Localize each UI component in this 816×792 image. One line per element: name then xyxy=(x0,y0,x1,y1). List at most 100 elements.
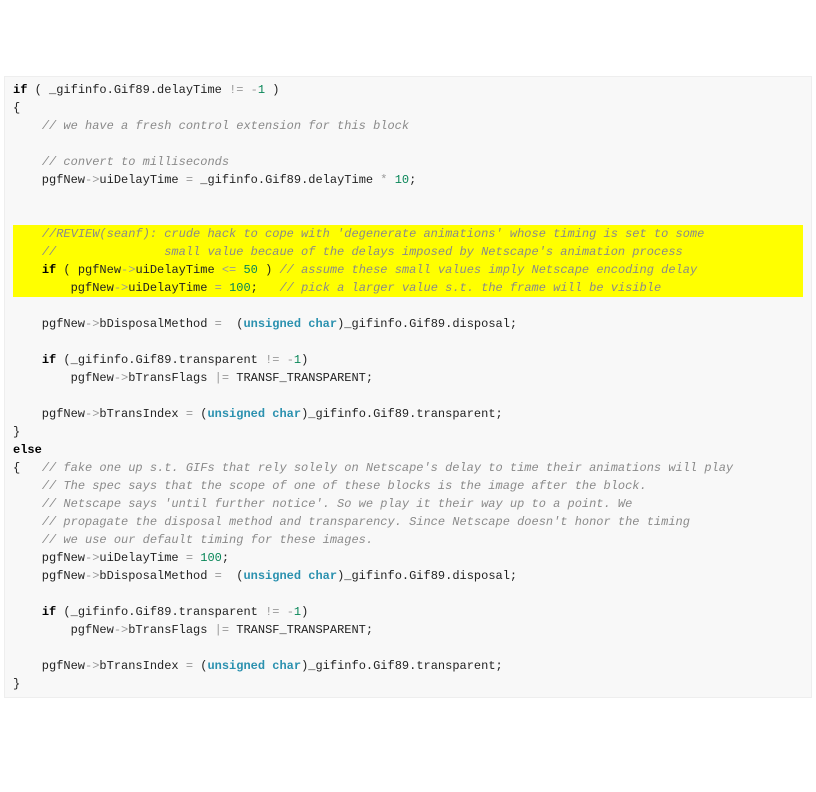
token-ty: unsigned xyxy=(207,407,265,421)
token-op: = xyxy=(186,173,193,187)
token-id: bDisposalMethod xyxy=(99,569,214,583)
token-id: { xyxy=(13,461,42,475)
code-line: pgfNew->bTransFlags |= TRANSF_TRANSPAREN… xyxy=(13,369,803,387)
code-line: //REVIEW(seanf): crude hack to cope with… xyxy=(13,225,803,243)
code-line: // small value becaue of the delays impo… xyxy=(13,243,803,261)
token-id: uiDelayTime xyxy=(135,263,221,277)
token-id: uiDelayTime xyxy=(99,173,185,187)
token-id: transparent xyxy=(179,353,265,367)
token-id xyxy=(13,641,20,655)
token-id xyxy=(13,497,42,511)
token-id: . xyxy=(150,83,157,97)
token-id: ( xyxy=(222,317,244,331)
token-id: uiDelayTime xyxy=(128,281,214,295)
code-line: pgfNew->bTransFlags |= TRANSF_TRANSPAREN… xyxy=(13,621,803,639)
token-num: 1 xyxy=(294,353,301,367)
code-line: pgfNew->uiDelayTime = _gifinfo.Gif89.del… xyxy=(13,171,803,189)
token-op: -> xyxy=(85,659,99,673)
token-cm: // assume these small values imply Netsc… xyxy=(279,263,697,277)
token-id: TRANSF_TRANSPARENT; xyxy=(229,623,373,637)
token-id: _gifinfo. xyxy=(193,173,265,187)
token-id: . xyxy=(171,353,178,367)
token-num: 100 xyxy=(200,551,222,565)
token-cm: //REVIEW(seanf): crude hack to cope with… xyxy=(42,227,705,241)
code-line: pgfNew->uiDelayTime = 100; // pick a lar… xyxy=(13,279,803,297)
token-id: pgfNew xyxy=(13,623,114,637)
token-id: Gif89 xyxy=(135,353,171,367)
token-cm: // convert to milliseconds xyxy=(42,155,229,169)
token-id xyxy=(279,605,286,619)
token-id: pgfNew xyxy=(13,569,85,583)
token-id: uiDelayTime xyxy=(99,551,185,565)
token-op: = xyxy=(186,407,193,421)
token-id: (_gifinfo. xyxy=(56,605,135,619)
token-kw: if xyxy=(42,263,56,277)
code-line: if ( _gifinfo.Gif89.delayTime != -1 ) xyxy=(13,81,803,99)
token-id: pgfNew xyxy=(13,317,85,331)
token-id xyxy=(13,191,20,205)
token-id: ) xyxy=(301,605,308,619)
code-line: if ( pgfNew->uiDelayTime <= 50 ) // assu… xyxy=(13,261,803,279)
code-line: } xyxy=(13,423,803,441)
token-id xyxy=(13,389,20,403)
token-id xyxy=(13,137,20,151)
token-id: TRANSF_TRANSPARENT; xyxy=(229,371,373,385)
token-ty: char xyxy=(272,407,301,421)
token-kw: if xyxy=(42,353,56,367)
token-id: ( xyxy=(193,659,207,673)
code-line: if (_gifinfo.Gif89.transparent != -1) xyxy=(13,603,803,621)
token-id: Gif89 xyxy=(409,317,445,331)
token-op: -> xyxy=(114,281,128,295)
token-op: -> xyxy=(85,317,99,331)
token-id xyxy=(265,659,272,673)
code-line xyxy=(13,135,803,153)
token-id: ) xyxy=(301,353,308,367)
code-line: pgfNew->bTransIndex = (unsigned char)_gi… xyxy=(13,657,803,675)
token-id: disposal; xyxy=(452,569,517,583)
code-block: if ( _gifinfo.Gif89.delayTime != -1 ) { /… xyxy=(4,76,812,698)
code-line: if (_gifinfo.Gif89.transparent != -1) xyxy=(13,351,803,369)
token-id xyxy=(13,587,20,601)
token-cm: // we use our default timing for these i… xyxy=(42,533,373,547)
token-ty: char xyxy=(308,569,337,583)
code-line: pgfNew->bDisposalMethod = (unsigned char… xyxy=(13,567,803,585)
code-line: pgfNew->bTransIndex = (unsigned char)_gi… xyxy=(13,405,803,423)
token-kw: else xyxy=(13,443,42,457)
token-op: |= xyxy=(215,623,229,637)
token-op: != xyxy=(229,83,243,97)
token-id: pgfNew xyxy=(13,551,85,565)
code-line xyxy=(13,333,803,351)
token-id: pgfNew xyxy=(13,173,85,187)
token-id xyxy=(13,515,42,529)
code-line: pgfNew->bDisposalMethod = (unsigned char… xyxy=(13,315,803,333)
token-op: -> xyxy=(85,569,99,583)
token-op: -> xyxy=(121,263,135,277)
token-id: transparent; xyxy=(416,407,502,421)
code-line: // we use our default timing for these i… xyxy=(13,531,803,549)
token-cm: // pick a larger value s.t. the frame wi… xyxy=(279,281,661,295)
code-line xyxy=(13,387,803,405)
code-line: // The spec says that the scope of one o… xyxy=(13,477,803,495)
token-op: - xyxy=(287,605,294,619)
token-id: Gif89 xyxy=(114,83,150,97)
token-id xyxy=(13,209,20,223)
token-cm: // Netscape says 'until further notice'.… xyxy=(42,497,633,511)
token-id: bTransFlags xyxy=(128,623,214,637)
token-id xyxy=(388,173,395,187)
token-op: * xyxy=(380,173,387,187)
token-op: = xyxy=(186,551,193,565)
token-id: pgfNew xyxy=(13,281,114,295)
code-line: } xyxy=(13,675,803,693)
token-id: ) xyxy=(265,83,279,97)
code-line: { // fake one up s.t. GIFs that rely sol… xyxy=(13,459,803,477)
code-line xyxy=(13,297,803,315)
token-id: Gif89 xyxy=(409,569,445,583)
token-id xyxy=(13,335,20,349)
token-ty: char xyxy=(308,317,337,331)
token-id xyxy=(13,245,42,259)
token-ty: unsigned xyxy=(243,569,301,583)
token-id xyxy=(222,281,229,295)
code-line: // Netscape says 'until further notice'.… xyxy=(13,495,803,513)
token-id: . xyxy=(171,605,178,619)
token-kw: if xyxy=(42,605,56,619)
